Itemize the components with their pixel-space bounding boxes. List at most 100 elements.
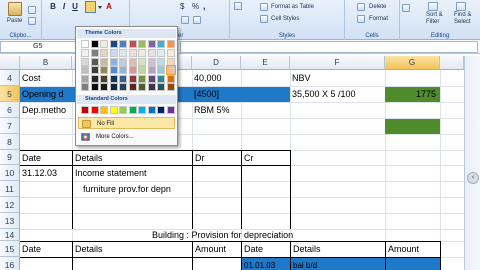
column-header-b[interactable]: B xyxy=(20,56,72,70)
theme-color-swatch[interactable] xyxy=(81,49,89,58)
paste-button[interactable]: Paste xyxy=(7,18,22,24)
column-header-e[interactable]: E xyxy=(241,56,290,70)
theme-color-swatch[interactable] xyxy=(81,83,89,91)
sort-filter-icon[interactable] xyxy=(428,2,438,11)
cell-b5[interactable]: Opening d xyxy=(20,87,72,102)
row-header-11[interactable]: 11 xyxy=(0,181,20,197)
column-header-h[interactable] xyxy=(440,56,464,70)
cell-d6[interactable]: RBM 5% xyxy=(192,103,252,118)
theme-color-swatch[interactable] xyxy=(166,57,175,66)
column-header-f[interactable]: F xyxy=(290,56,385,70)
cell-title-row14[interactable]: Building : Provision for depreciation xyxy=(150,229,390,241)
theme-color-swatch[interactable] xyxy=(166,74,175,83)
theme-color-swatch[interactable] xyxy=(109,57,118,66)
sum-icon[interactable] xyxy=(402,4,410,12)
theme-color-swatch[interactable] xyxy=(147,57,156,66)
row-header-9[interactable]: 9 xyxy=(0,150,20,165)
italic-button[interactable]: I xyxy=(59,2,69,12)
theme-color-swatch[interactable] xyxy=(128,40,137,48)
cell-c11[interactable]: furniture prov.for depn xyxy=(81,182,192,197)
cell-e16[interactable]: 01.01.03 xyxy=(242,258,290,270)
format-icon[interactable] xyxy=(357,15,365,23)
row-header-15[interactable]: 15 xyxy=(0,241,20,257)
delete-icon[interactable] xyxy=(357,3,365,11)
format-button[interactable]: Format xyxy=(369,16,388,22)
delete-button[interactable]: Delete xyxy=(369,4,386,10)
standard-color-swatch[interactable] xyxy=(119,106,127,114)
theme-color-swatch[interactable] xyxy=(138,66,146,75)
standard-color-swatch[interactable] xyxy=(109,106,118,114)
cell-g15[interactable]: Amount xyxy=(386,242,440,257)
cell-f16[interactable]: bal b/d xyxy=(291,258,385,270)
fill-color-dropdown-icon[interactable] xyxy=(98,6,102,9)
row-header-14[interactable]: 14 xyxy=(0,229,20,241)
theme-color-swatch[interactable] xyxy=(128,74,137,83)
row-header-10[interactable]: 10 xyxy=(0,165,20,181)
no-fill-option[interactable]: No Fill xyxy=(78,117,175,129)
copy-icon[interactable] xyxy=(28,17,36,25)
conditional-formatting-icon[interactable] xyxy=(234,2,242,10)
standard-color-swatch[interactable] xyxy=(100,106,108,114)
theme-color-swatch[interactable] xyxy=(81,66,89,75)
theme-color-swatch[interactable] xyxy=(90,66,99,75)
cell-b9[interactable]: Date xyxy=(20,151,72,165)
theme-color-swatch[interactable] xyxy=(100,74,108,83)
theme-color-swatch[interactable] xyxy=(157,74,165,83)
theme-color-swatch[interactable] xyxy=(100,83,108,91)
theme-color-swatch[interactable] xyxy=(81,40,89,48)
scroll-handle-icon[interactable]: ‹ xyxy=(467,172,479,184)
row-header-12[interactable]: 12 xyxy=(0,197,20,213)
theme-color-swatch[interactable] xyxy=(147,83,156,91)
theme-color-swatch[interactable] xyxy=(109,49,118,58)
theme-color-swatch[interactable] xyxy=(138,83,146,91)
theme-color-swatch[interactable] xyxy=(90,40,99,48)
theme-color-swatch[interactable] xyxy=(119,49,127,58)
theme-color-swatch[interactable] xyxy=(165,65,176,76)
sort-filter-button-line2[interactable]: Filter xyxy=(426,19,439,25)
cell-styles-icon[interactable] xyxy=(260,15,268,23)
standard-color-swatch[interactable] xyxy=(166,106,175,114)
find-select-button-line2[interactable]: Select xyxy=(454,19,471,25)
theme-color-swatch[interactable] xyxy=(81,74,89,83)
theme-color-swatch[interactable] xyxy=(90,57,99,66)
worksheet-grid[interactable]: B C D E F G 4 5 6 7 8 9 10 11 12 13 14 1… xyxy=(0,56,464,270)
percent-button[interactable]: % xyxy=(192,2,199,11)
row-header-5[interactable]: 5 xyxy=(0,86,20,102)
standard-color-swatch[interactable] xyxy=(128,106,137,114)
row-header-13[interactable]: 13 xyxy=(0,213,20,229)
row-header-4[interactable]: 4 xyxy=(0,70,20,86)
cell-d5[interactable]: [4500] xyxy=(192,87,252,102)
theme-color-swatch[interactable] xyxy=(138,57,146,66)
theme-color-swatch[interactable] xyxy=(138,40,146,48)
cell-c9[interactable]: Details xyxy=(73,151,192,165)
find-select-button[interactable]: Find & xyxy=(454,12,471,18)
theme-color-swatch[interactable] xyxy=(166,40,175,48)
format-painter-icon[interactable] xyxy=(28,6,36,14)
standard-color-swatch[interactable] xyxy=(157,106,165,114)
cell-b6[interactable]: Dep.metho xyxy=(20,103,72,118)
row-header-16[interactable]: 16 xyxy=(0,257,20,270)
cell-d9[interactable]: Dr xyxy=(193,151,241,165)
row-header-8[interactable]: 8 xyxy=(0,134,20,150)
underline-button[interactable]: U xyxy=(70,2,80,12)
theme-color-swatch[interactable] xyxy=(147,40,156,48)
paste-icon[interactable] xyxy=(8,2,22,16)
standard-color-swatch[interactable] xyxy=(81,106,89,114)
theme-color-swatch[interactable] xyxy=(157,57,165,66)
theme-color-swatch[interactable] xyxy=(119,57,127,66)
name-box[interactable]: G5 xyxy=(0,41,78,53)
column-header-d[interactable]: D xyxy=(192,56,241,70)
decrease-decimal-icon[interactable] xyxy=(193,16,201,24)
comma-button[interactable]: , xyxy=(203,1,206,11)
cell-c10[interactable]: Income statement xyxy=(73,166,192,181)
theme-color-swatch[interactable] xyxy=(119,66,127,75)
vertical-scrollbar[interactable]: ‹ xyxy=(464,56,480,270)
cell-g5[interactable]: 1775 xyxy=(385,87,440,102)
increase-decimal-icon[interactable] xyxy=(181,16,189,24)
cell-styles-button[interactable]: Cell Styles xyxy=(271,16,299,22)
cell-d4[interactable]: 40,000 xyxy=(192,71,252,86)
theme-color-swatch[interactable] xyxy=(109,66,118,75)
theme-color-swatch[interactable] xyxy=(100,57,108,66)
format-as-table-icon[interactable] xyxy=(260,3,268,11)
cell-f4[interactable]: NBV xyxy=(290,71,385,86)
